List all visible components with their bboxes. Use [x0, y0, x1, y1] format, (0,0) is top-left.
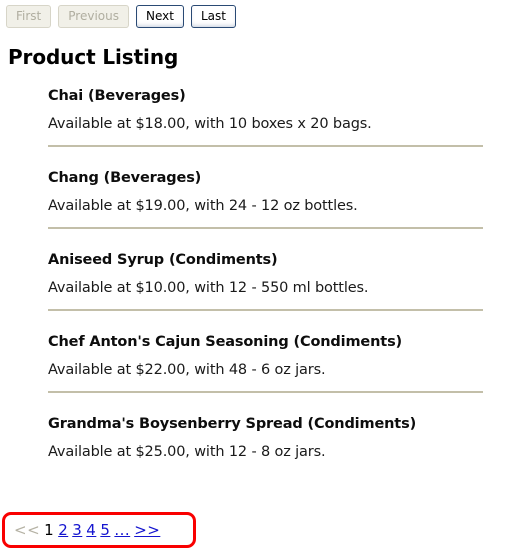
- first-button: First: [6, 5, 52, 28]
- product-description: Available at $19.00, with 24 - 12 oz bot…: [48, 197, 358, 214]
- pagination-highlight-box: << 1 2 3 4 5... >>: [2, 512, 196, 548]
- next-button[interactable]: Next: [135, 5, 184, 28]
- product-title: Chai (Beverages): [48, 88, 186, 104]
- product-title: Grandma's Boysenberry Spread (Condiments…: [48, 416, 417, 432]
- pagination-page-4[interactable]: 4: [86, 521, 96, 539]
- product-list: Chai (Beverages) Available at $18.00, wit…: [48, 86, 484, 459]
- product-description: Available at $25.00, with 12 - 8 oz jars…: [48, 443, 326, 460]
- pagination-page-2[interactable]: 2: [58, 521, 68, 539]
- product-title: Aniseed Syrup (Condiments): [48, 252, 278, 268]
- last-button[interactable]: Last: [190, 5, 236, 28]
- product-item: Chef Anton's Cajun Seasoning (Condiments…: [48, 311, 484, 393]
- pagination-bar: << 1 2 3 4 5... >>: [14, 523, 164, 538]
- product-description: Available at $18.00, with 10 boxes x 20 …: [48, 115, 372, 132]
- product-title: Chef Anton's Cajun Seasoning (Condiments…: [48, 334, 403, 350]
- product-description: Available at $22.00, with 48 - 6 oz jars…: [48, 361, 326, 378]
- product-item: Chai (Beverages) Available at $18.00, wit…: [48, 86, 484, 147]
- pagination-page-1: 1: [44, 521, 55, 539]
- previous-button: Previous: [58, 5, 129, 28]
- product-description: Available at $10.00, with 12 - 550 ml bo…: [48, 279, 369, 296]
- pagination-page-5[interactable]: 5: [100, 521, 110, 539]
- product-title: Chang (Beverages): [48, 170, 202, 186]
- pagination-toolbar: First Previous Next Last: [6, 5, 236, 31]
- pagination-prev: <<: [14, 521, 41, 539]
- pagination-ellipsis[interactable]: ...: [114, 521, 130, 539]
- product-item: Aniseed Syrup (Condiments) Available at $…: [48, 229, 484, 311]
- page-title: Product Listing: [8, 45, 179, 69]
- pagination-page-3[interactable]: 3: [72, 521, 82, 539]
- product-item: Grandma's Boysenberry Spread (Condiments…: [48, 393, 484, 459]
- pagination-next[interactable]: >>: [134, 521, 160, 539]
- product-item: Chang (Beverages) Available at $19.00, wi…: [48, 147, 484, 229]
